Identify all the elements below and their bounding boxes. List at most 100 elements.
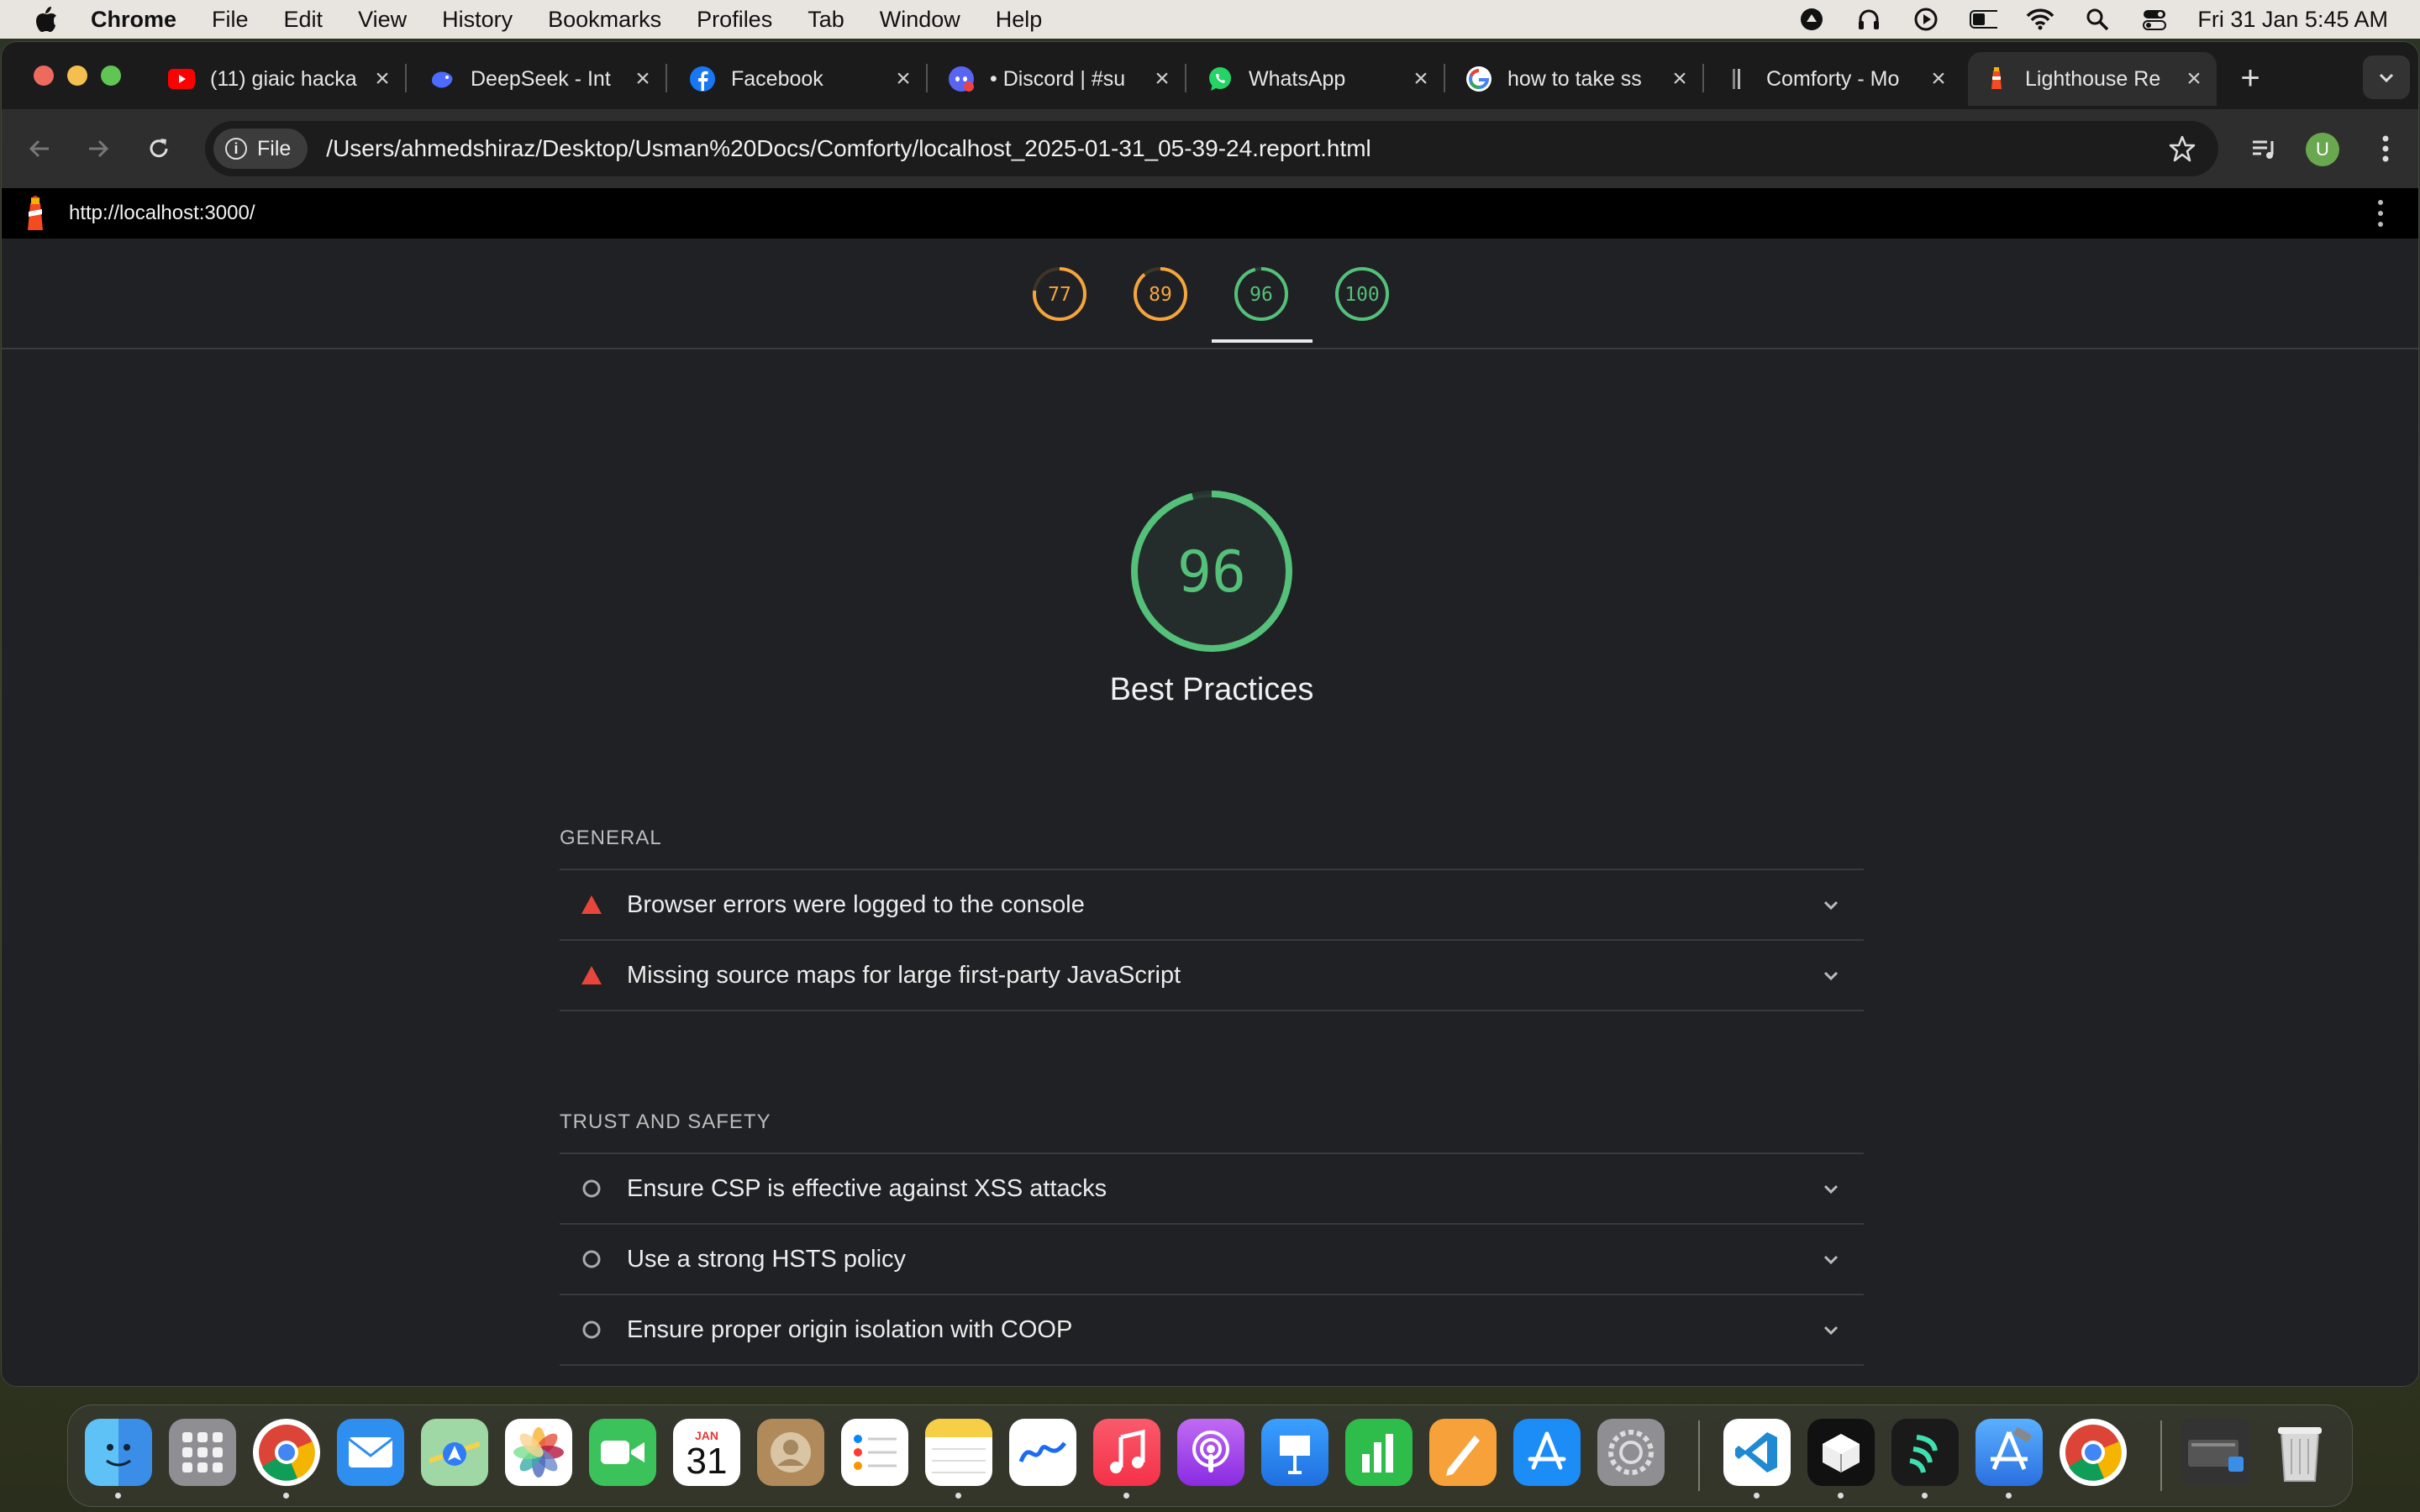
chevron-down-icon[interactable] bbox=[1820, 1319, 1842, 1341]
control-center-icon[interactable] bbox=[2140, 7, 2169, 32]
new-tab-icon[interactable]: + bbox=[2233, 57, 2267, 99]
profile-avatar[interactable]: U bbox=[2306, 133, 2339, 166]
close-tab-icon[interactable]: × bbox=[1408, 65, 1434, 93]
media-controls-button[interactable] bbox=[2244, 128, 2286, 170]
tab-deepseek[interactable]: DeepSeek - Int × bbox=[413, 52, 667, 106]
tab-search-button[interactable] bbox=[2363, 55, 2410, 99]
finder-icon[interactable] bbox=[85, 1419, 152, 1486]
notes-icon[interactable] bbox=[925, 1419, 992, 1486]
score-gauge-seo[interactable]: 100 bbox=[1334, 265, 1391, 323]
reload-button[interactable] bbox=[138, 128, 180, 170]
close-tab-icon[interactable]: × bbox=[630, 65, 655, 93]
tab-divider bbox=[666, 64, 667, 92]
tab-whatsapp[interactable]: WhatsApp × bbox=[1192, 52, 1445, 106]
close-tab-icon[interactable]: × bbox=[1926, 65, 1951, 93]
menu-history[interactable]: History bbox=[442, 7, 513, 33]
forward-button[interactable] bbox=[77, 128, 119, 170]
menu-app-name[interactable]: Chrome bbox=[91, 7, 176, 33]
facetime-icon[interactable] bbox=[589, 1419, 656, 1486]
menu-tab[interactable]: Tab bbox=[808, 7, 844, 33]
audit-item[interactable]: Use a strong HSTS policy bbox=[560, 1225, 1864, 1295]
trash-icon[interactable] bbox=[2266, 1419, 2333, 1486]
audit-item[interactable]: Ensure proper origin isolation with COOP bbox=[560, 1295, 1864, 1366]
tab-facebook[interactable]: Facebook × bbox=[674, 52, 928, 106]
spotlight-search-icon[interactable] bbox=[2083, 7, 2112, 32]
bookmark-star-icon[interactable] bbox=[2168, 134, 2196, 163]
maps-icon[interactable] bbox=[421, 1419, 488, 1486]
category-title: Best Practices bbox=[1109, 672, 1314, 707]
chevron-down-icon[interactable] bbox=[1820, 1248, 1842, 1270]
chrome-menu-button[interactable] bbox=[2365, 128, 2407, 170]
menu-view[interactable]: View bbox=[358, 7, 407, 33]
mail-icon[interactable] bbox=[337, 1419, 404, 1486]
running-indicator bbox=[2006, 1493, 2012, 1499]
vscode-icon[interactable] bbox=[1723, 1419, 1791, 1486]
menu-profiles[interactable]: Profiles bbox=[697, 7, 772, 33]
now-playing-icon[interactable] bbox=[1912, 7, 1940, 32]
wifi-icon[interactable] bbox=[2026, 7, 2054, 32]
tab-discord[interactable]: • Discord | #su × bbox=[933, 52, 1186, 106]
contacts-icon[interactable] bbox=[757, 1419, 824, 1486]
score-gauge-accessibility[interactable]: 89 bbox=[1132, 265, 1189, 323]
photos-icon[interactable] bbox=[505, 1419, 572, 1486]
close-tab-icon[interactable]: × bbox=[891, 65, 916, 93]
site-info-chip[interactable]: i File bbox=[213, 129, 308, 169]
url-text[interactable]: /Users/ahmedshiraz/Desktop/Usman%20Docs/… bbox=[326, 135, 1370, 162]
minimize-window-button[interactable] bbox=[67, 66, 87, 86]
tab-youtube[interactable]: (11) giaic hacka × bbox=[153, 52, 407, 106]
app-store-icon[interactable] bbox=[1513, 1419, 1581, 1486]
chevron-down-icon[interactable] bbox=[1820, 894, 1842, 916]
menu-help[interactable]: Help bbox=[996, 7, 1043, 33]
audited-url[interactable]: http://localhost:3000/ bbox=[69, 202, 255, 225]
menu-window[interactable]: Window bbox=[880, 7, 960, 33]
podcasts-icon[interactable] bbox=[1177, 1419, 1244, 1486]
tab-comforty[interactable]: Comforty - Mo × bbox=[1709, 52, 1961, 106]
address-bar[interactable]: i File /Users/ahmedshiraz/Desktop/Usman%… bbox=[205, 121, 2218, 176]
menu-bookmarks[interactable]: Bookmarks bbox=[548, 7, 661, 33]
score-gauge-performance[interactable]: 77 bbox=[1031, 265, 1088, 323]
freeform-icon[interactable] bbox=[1009, 1419, 1076, 1486]
xcode-icon[interactable] bbox=[1975, 1419, 2043, 1486]
chrome-icon[interactable] bbox=[253, 1419, 320, 1486]
audit-list-trust-and-safety: Ensure CSP is effective against XSS atta… bbox=[560, 1152, 1864, 1366]
close-tab-icon[interactable]: × bbox=[1150, 65, 1175, 93]
zoom-window-button[interactable] bbox=[101, 66, 121, 86]
audit-item[interactable]: Browser errors were logged to the consol… bbox=[560, 870, 1864, 941]
tab-lighthouse-report[interactable]: Lighthouse Re × bbox=[1968, 52, 2217, 106]
tab-google-search[interactable]: how to take ss × bbox=[1450, 52, 1704, 106]
site-info-label: File bbox=[257, 136, 292, 160]
music-icon[interactable] bbox=[1093, 1419, 1160, 1486]
close-tab-icon[interactable]: × bbox=[1667, 65, 1692, 93]
app-icon[interactable] bbox=[1891, 1419, 1959, 1486]
apple-logo-icon[interactable] bbox=[34, 5, 59, 34]
audit-item[interactable]: Ensure CSP is effective against XSS atta… bbox=[560, 1154, 1864, 1225]
pages-icon[interactable] bbox=[1429, 1419, 1497, 1486]
menu-file[interactable]: File bbox=[212, 7, 249, 33]
running-indicator bbox=[955, 1493, 961, 1499]
close-tab-icon[interactable]: × bbox=[2181, 65, 2207, 93]
cube-app-icon[interactable] bbox=[1807, 1419, 1875, 1486]
vpn-status-icon[interactable] bbox=[1797, 7, 1826, 32]
chevron-down-icon[interactable] bbox=[1820, 964, 1842, 986]
close-tab-icon[interactable]: × bbox=[370, 65, 395, 93]
close-window-button[interactable] bbox=[34, 66, 54, 86]
audit-item[interactable]: Missing source maps for large first-part… bbox=[560, 941, 1864, 1011]
reminders-icon[interactable] bbox=[841, 1419, 908, 1486]
group-title-general: GENERAL bbox=[560, 827, 662, 849]
downloads-stack-icon[interactable] bbox=[2182, 1419, 2249, 1486]
numbers-icon[interactable] bbox=[1345, 1419, 1413, 1486]
chrome-icon[interactable] bbox=[2060, 1419, 2127, 1486]
menu-edit[interactable]: Edit bbox=[284, 7, 324, 33]
menubar-clock[interactable]: Fri 31 Jan 5:45 AM bbox=[2197, 7, 2388, 33]
chevron-down-icon[interactable] bbox=[1820, 1178, 1842, 1200]
calendar-icon[interactable]: JAN 31 bbox=[673, 1419, 740, 1486]
battery-icon[interactable] bbox=[1969, 7, 1998, 32]
score-gauge-best-practices[interactable]: 96 bbox=[1233, 265, 1290, 323]
keynote-icon[interactable] bbox=[1261, 1419, 1328, 1486]
more-vertical-icon[interactable] bbox=[2376, 198, 2385, 228]
launchpad-icon[interactable] bbox=[169, 1419, 236, 1486]
back-button[interactable] bbox=[18, 128, 60, 170]
browser-toolbar: i File /Users/ahmedshiraz/Desktop/Usman%… bbox=[2, 109, 2418, 188]
system-settings-icon[interactable] bbox=[1597, 1419, 1665, 1486]
headphones-icon[interactable] bbox=[1854, 7, 1883, 32]
